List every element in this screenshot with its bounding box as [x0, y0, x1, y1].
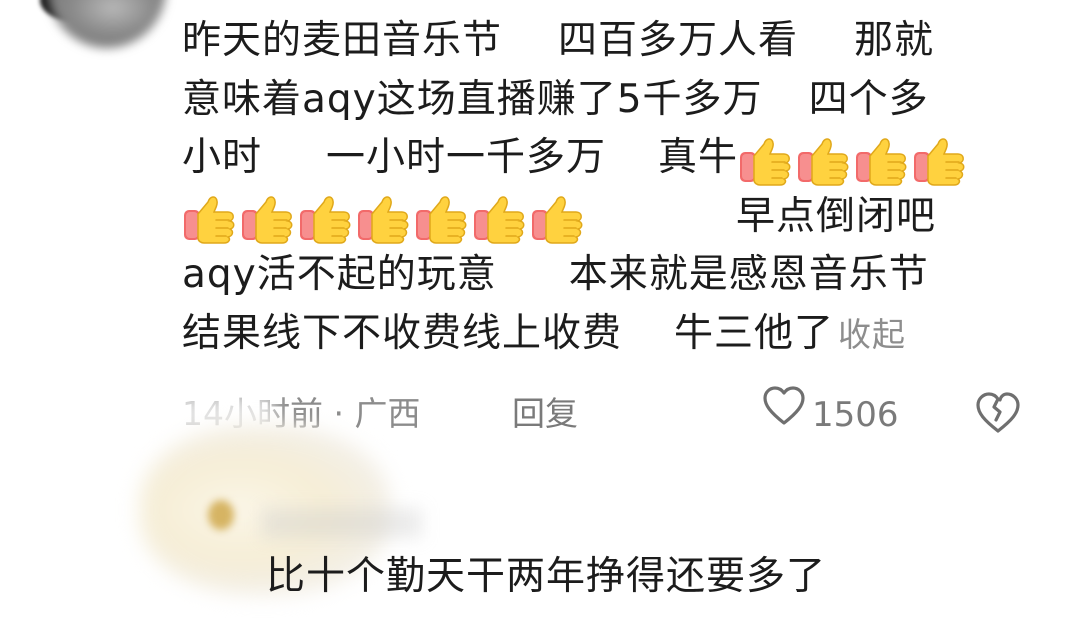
comment-text: 四个多 — [808, 76, 929, 122]
reply-comment-text: 比十个勤天干两年挣得还要多了 — [266, 554, 827, 599]
comment-line-2: 意味着aqy这场直播赚了5千多万 四个多 — [182, 71, 1042, 130]
comment-text: 那就 — [854, 18, 935, 63]
emoji-group — [738, 135, 970, 186]
comment-text: 一小时一千多万 — [326, 135, 607, 180]
comment-text: 本来就是感恩音乐节 — [568, 252, 929, 297]
comment-text: 早点倒闭吧 — [736, 193, 937, 239]
thumbs-up-icon — [356, 192, 412, 244]
comment-line-5: aqy活不起的玩意 本来就是感恩音乐节 — [182, 246, 1042, 305]
broken-heart-icon — [975, 392, 1021, 442]
thumbs-up-icon — [472, 192, 528, 244]
comment-text: aqy活不起的玩意 — [182, 252, 497, 297]
reply-avatar-detail — [208, 500, 234, 530]
comment-body: 昨天的麦田音乐节 四百多万人看 那就 意味着aqy这场直播赚了5千多万 四个多 小时 一… — [182, 12, 1042, 363]
comment-text: 牛三他了 — [674, 310, 835, 356]
thumbs-up-icon — [298, 192, 354, 244]
comment-text: 真牛 — [658, 135, 739, 180]
comment-text: 结果线下不收费线上收费 — [182, 310, 623, 356]
thumbs-up-icon — [182, 192, 238, 244]
comment-text: 昨天的麦田音乐节 — [182, 18, 503, 63]
dislike-button[interactable] — [975, 392, 1021, 451]
comment-text: 四百多万人看 — [558, 18, 799, 63]
thumbs-up-icon — [738, 134, 794, 186]
comment-line-3: 小时 一小时一千多万 真牛 — [182, 129, 1042, 188]
reply-button[interactable]: 回复 — [512, 386, 578, 442]
like-button[interactable]: 1506 — [762, 386, 899, 443]
comment-line-6: 结果线下不收费线上收费 牛三他了 收起 — [182, 305, 1042, 364]
comment-text: 意味着aqy这场直播赚了5千多万 — [182, 76, 763, 122]
thumbs-up-icon — [796, 134, 852, 186]
heart-icon — [762, 386, 806, 443]
comment-text: 小时 — [182, 135, 263, 180]
avatar[interactable] — [48, 0, 166, 48]
collapse-link[interactable]: 收起 — [838, 315, 906, 354]
thumbs-up-icon — [854, 134, 910, 186]
thumbs-up-icon — [240, 192, 296, 244]
like-count: 1506 — [812, 394, 899, 435]
comment-line-4: 早点倒闭吧 — [182, 188, 1042, 247]
reply-username-blurred — [262, 508, 422, 538]
thumbs-up-icon — [912, 134, 968, 186]
thumbs-up-icon — [530, 192, 586, 244]
thumbs-up-icon — [414, 192, 470, 244]
emoji-group — [182, 194, 588, 244]
comment-line-1: 昨天的麦田音乐节 四百多万人看 那就 — [182, 12, 1042, 71]
